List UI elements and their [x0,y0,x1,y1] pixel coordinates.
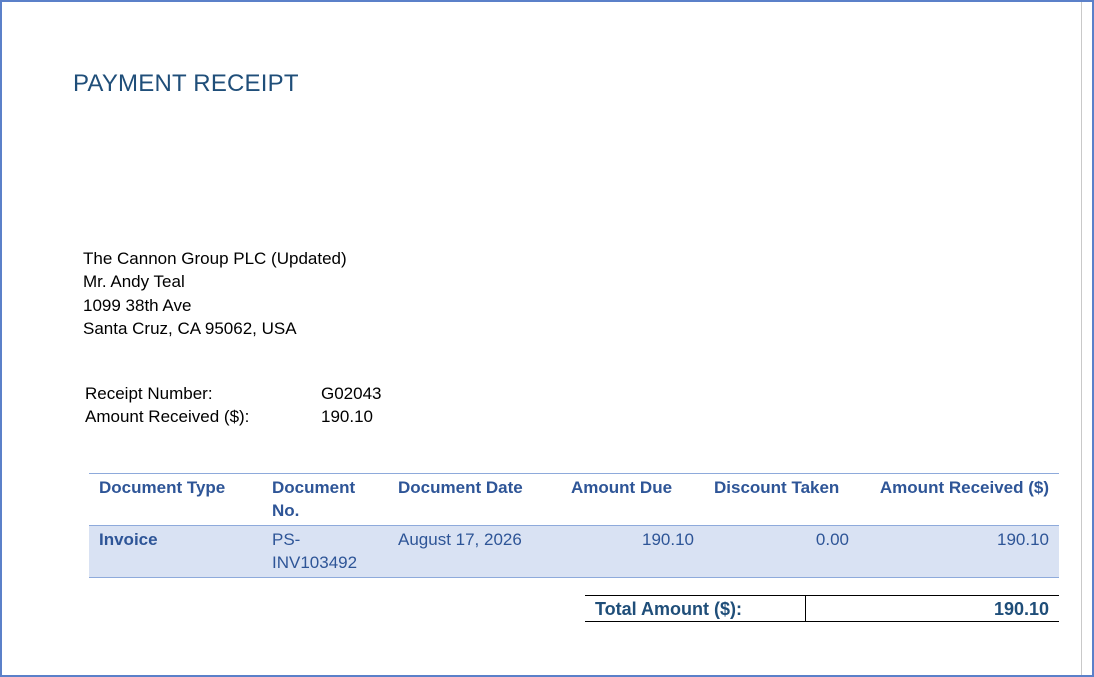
amount-received-row: Amount Received ($): 190.10 [85,405,382,428]
cell-amount-due: 190.10 [642,530,694,549]
header-document-type: Document Type [99,478,226,497]
cell-document-type: Invoice [99,530,158,549]
total-amount-value: 190.10 [993,599,1049,619]
receipt-info: Receipt Number: G02043 Amount Received (… [85,382,382,428]
table-header-row: Document Type Document No. Document Date… [89,473,1059,526]
cell-document-date: August 17, 2026 [398,530,522,549]
header-discount-taken: Discount Taken [714,478,840,497]
customer-address: The Cannon Group PLC (Updated) Mr. Andy … [83,247,347,340]
header-document-no: Document No. [272,478,356,520]
receipt-number-label: Receipt Number: [85,384,213,403]
header-amount-received: Amount Received ($) [879,478,1049,497]
contact-name: Mr. Andy Teal [83,272,185,292]
table-row: Invoice PS-INV103492 August 17, 2026 190… [89,525,1059,578]
city-state-zip: Santa Cruz, CA 95062, USA [83,318,297,338]
header-document-date: Document Date [398,478,523,497]
total-amount-label: Total Amount ($): [585,596,806,621]
total-amount-box: Total Amount ($): 190.10 [585,595,1059,622]
receipt-number-value: G02043 [321,384,382,403]
cell-document-no: PS-INV103492 [272,530,358,572]
header-amount-due: Amount Due [571,478,673,497]
cell-amount-received: 190.10 [997,530,1049,549]
page-edge-rule [1081,2,1082,675]
receipt-number-row: Receipt Number: G02043 [85,382,382,405]
amount-received-label: Amount Received ($): [85,407,250,426]
documents-table: Document Type Document No. Document Date… [89,473,1059,578]
company-name: The Cannon Group PLC (Updated) [83,249,347,268]
amount-received-value: 190.10 [321,407,373,426]
street-address: 1099 38th Ave [83,295,192,315]
cell-discount-taken: 0.00 [815,530,849,549]
page-title: PAYMENT RECEIPT [73,70,299,97]
